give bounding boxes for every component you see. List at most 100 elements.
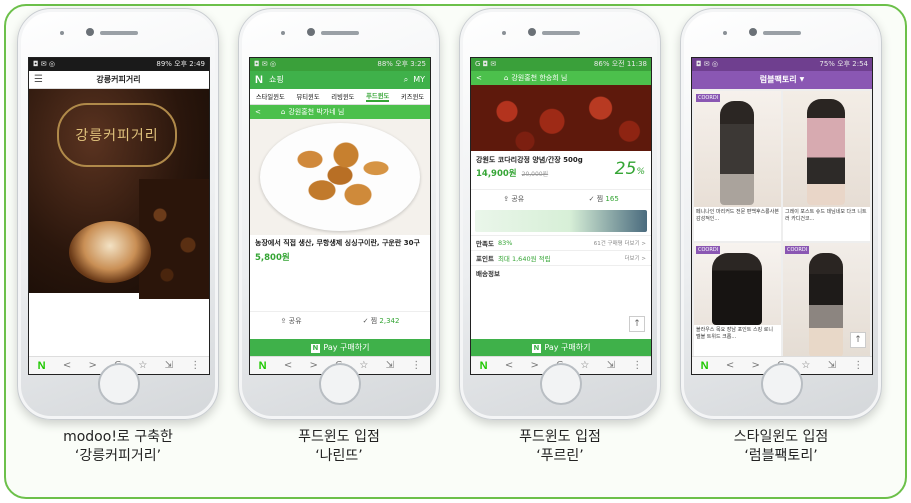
grid-item[interactable]: 그레이 포스트 슈드 데님네모 다크 니트러 카디건코...: [783, 91, 870, 241]
app-title: 강릉커피거리: [96, 74, 141, 84]
naver-pay-logo: N: [531, 344, 542, 353]
status-bar: ◘ ✉ ◎ 89% 오후 2:49: [29, 58, 209, 71]
logo-text: 강릉커피거리: [75, 128, 159, 144]
share-icon[interactable]: ⇲: [165, 360, 173, 371]
product-price: 5,800원: [255, 253, 290, 263]
caption-2: 푸드윈도 입점 ‘나린뜨’: [238, 428, 440, 466]
more-icon[interactable]: ⋮: [190, 360, 200, 371]
star-icon[interactable]: ☆: [801, 360, 810, 371]
naver-logo[interactable]: N: [255, 71, 263, 89]
pay-button[interactable]: N Pay 구매하기: [471, 339, 651, 356]
search-icon[interactable]: ⌕: [404, 71, 408, 89]
scroll-top-button[interactable]: ↑: [850, 332, 866, 348]
satisfaction-value: 83%: [497, 239, 513, 247]
app-bar: 럼블팩토리 ▼: [692, 71, 872, 89]
back-button[interactable]: <: [505, 360, 513, 371]
naver-logo-button[interactable]: N: [701, 360, 709, 372]
screen-4: ◘ ✉ ◎ 75% 오후 2:54 럼블팩토리 ▼ COORDI 페니나인 마리…: [691, 57, 873, 375]
forward-button[interactable]: >: [531, 360, 539, 371]
battery-level: 89%: [156, 60, 172, 68]
naver-logo-button[interactable]: N: [259, 360, 267, 372]
forward-button[interactable]: >: [89, 360, 97, 371]
my-button[interactable]: MY: [413, 71, 425, 89]
back-button[interactable]: <: [726, 360, 734, 371]
home-button[interactable]: [98, 363, 140, 405]
store-name[interactable]: 강원홍천 한승희 님: [511, 73, 567, 83]
star-icon[interactable]: ☆: [580, 360, 589, 371]
store-name[interactable]: 강원홍천 박가네 님: [288, 107, 344, 117]
item-photo: COORDI: [694, 91, 781, 207]
star-icon[interactable]: ☆: [359, 360, 368, 371]
grid-item[interactable]: COORDI 페니나인 마리커드 전문 편백후스롱사본 감성적인...: [694, 91, 781, 241]
dropdown-icon[interactable]: ▼: [800, 71, 805, 89]
item-description: 페니나인 마리커드 전문 편백후스롱사본 감성적인...: [696, 209, 779, 222]
check-icon: ✓: [362, 316, 369, 325]
home-button[interactable]: [540, 363, 582, 405]
more-icon[interactable]: ⋮: [853, 360, 863, 371]
product-grid: COORDI 페니나인 마리커드 전문 편백후스롱사본 감성적인... 그레이 …: [692, 89, 872, 361]
more-icon[interactable]: ⋮: [411, 360, 421, 371]
back-arrow-icon[interactable]: <: [476, 74, 482, 82]
app-title[interactable]: 럼블팩토리: [760, 71, 797, 89]
point-label: 포인트: [476, 255, 494, 263]
promo-banner[interactable]: [475, 210, 647, 232]
grid-item[interactable]: COORDI 블라우스 목요 장남 포인트 스킹 로니 멜블 트위드 크롭...: [694, 243, 781, 361]
menu-icon[interactable]: ☰: [34, 71, 43, 89]
tab-style-window[interactable]: 스타일윈도: [256, 92, 285, 101]
camera-icon: [528, 28, 536, 36]
detail-list: 만족도 83% 61건 구매평 더보기 > 포인트 최대 1,640원 적립 더…: [471, 235, 651, 280]
category-tabs: 스타일윈도 뷰티윈도 리빙윈도 푸드윈도 키즈윈도: [250, 89, 430, 105]
screen-3: G ◘ ✉ 86% 오전 11:38 < ⌂ 강원홍천 한승희 님 강원도 코다…: [470, 57, 652, 375]
tab-kids-window[interactable]: 키즈윈도: [401, 92, 424, 101]
scroll-top-button[interactable]: ↑: [629, 316, 645, 332]
forward-button[interactable]: >: [752, 360, 760, 371]
point-row[interactable]: 포인트 최대 1,640원 적립 더보기 >: [471, 250, 651, 265]
share-icon: ⇪: [503, 194, 510, 203]
like-button[interactable]: ✓ 찜 165: [589, 194, 619, 204]
share-icon[interactable]: ⇲: [607, 360, 615, 371]
naver-logo-button[interactable]: N: [38, 360, 46, 372]
status-bar: G ◘ ✉ 86% 오전 11:38: [471, 58, 651, 71]
discount-value: 25: [614, 159, 637, 179]
home-button[interactable]: [319, 363, 361, 405]
status-icons: ◘ ✉ ◎: [254, 60, 276, 68]
status-icons: ◘ ✉ ◎: [33, 60, 55, 68]
share-button[interactable]: ⇪ 공유: [503, 194, 524, 204]
like-button[interactable]: ✓ 찜 2,342: [363, 316, 400, 326]
pay-button[interactable]: N Pay 구매하기: [250, 339, 430, 356]
battery-level: 75%: [819, 60, 835, 68]
tab-living-window[interactable]: 리빙윈도: [331, 92, 354, 101]
share-button[interactable]: ⇪ 공유: [281, 316, 302, 326]
product-title[interactable]: 농장에서 직접 생산, 무항생제 싱싱구이란, 구운란 30구: [255, 239, 425, 248]
share-icon[interactable]: ⇲: [828, 360, 836, 371]
item-photo: COORDI: [694, 243, 781, 325]
home-button[interactable]: [761, 363, 803, 405]
naver-logo-button[interactable]: N: [480, 360, 488, 372]
like-count: 165: [605, 194, 619, 203]
tab-beauty-window[interactable]: 뷰티윈도: [296, 92, 319, 101]
item-description: 그레이 포스트 슈드 데님네모 다크 니트러 카디건코...: [785, 209, 867, 222]
star-icon[interactable]: ☆: [138, 360, 147, 371]
review-link[interactable]: 61건 구매평 더보기 >: [594, 239, 646, 247]
back-button[interactable]: <: [63, 360, 71, 371]
screen-1: ◘ ✉ ◎ 89% 오후 2:49 ☰ 강릉커피거리 강릉커피거리 N < > …: [28, 57, 210, 375]
status-icons: G ◘ ✉: [475, 60, 497, 68]
coordi-tag: COORDI: [785, 246, 810, 254]
pay-label: Pay 구매하기: [323, 343, 370, 352]
more-icon[interactable]: ⋮: [632, 360, 642, 371]
share-icon[interactable]: ⇲: [386, 360, 394, 371]
coffee-beans-image: [139, 179, 209, 299]
point-more-link[interactable]: 더보기 >: [624, 254, 646, 262]
back-arrow-icon[interactable]: <: [255, 108, 261, 116]
discount-unit: %: [636, 167, 645, 177]
shipping-row[interactable]: 배송정보: [471, 265, 651, 280]
phone-3: G ◘ ✉ 86% 오전 11:38 < ⌂ 강원홍천 한승희 님 강원도 코다…: [459, 8, 661, 420]
back-button[interactable]: <: [284, 360, 292, 371]
caption-line-2: ‘강릉커피거리’: [74, 448, 162, 464]
status-bar: ◘ ✉ ◎ 75% 오후 2:54: [692, 58, 872, 71]
satisfaction-row[interactable]: 만족도 83% 61건 구매평 더보기 >: [471, 235, 651, 250]
cake-image: [69, 221, 151, 283]
forward-button[interactable]: >: [310, 360, 318, 371]
tab-food-window[interactable]: 푸드윈도: [366, 91, 390, 102]
caption-line-2: ‘럼블팩토리’: [744, 448, 818, 464]
